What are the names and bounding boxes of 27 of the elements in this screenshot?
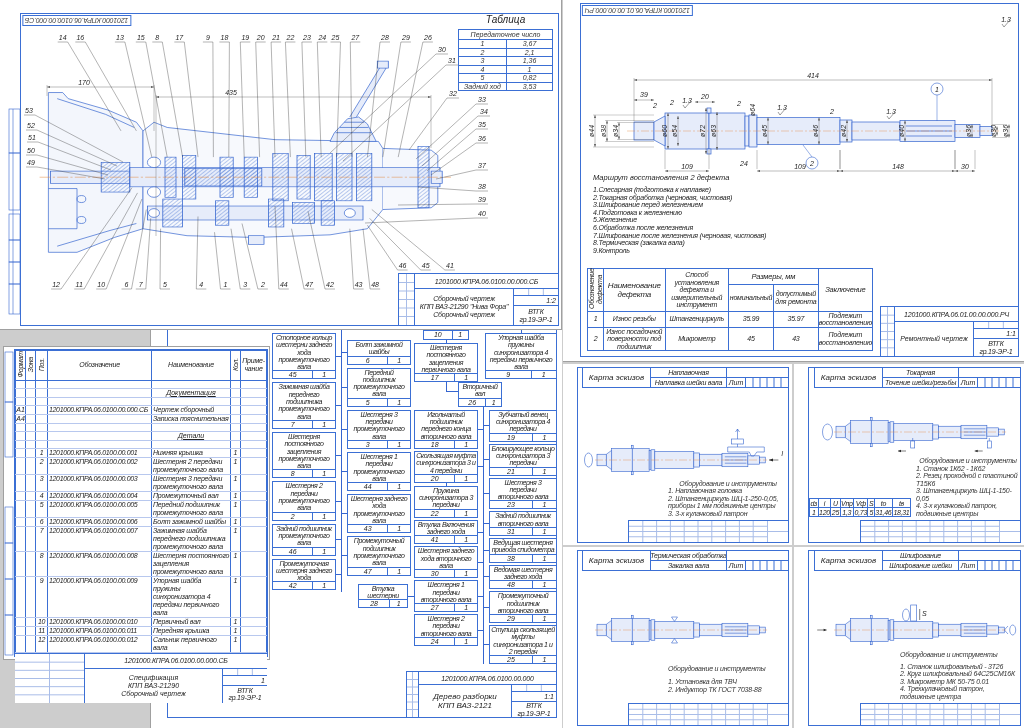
card-title: Карта эскизов — [814, 551, 882, 571]
leader-line — [291, 228, 315, 290]
leader-line — [936, 94, 938, 122]
drawing-title: КПП ВАЗ-2121 — [438, 701, 492, 710]
card-title: Карта эскизов — [582, 551, 650, 571]
roughness-sign-icon — [777, 107, 787, 116]
roughness-sign-icon — [682, 100, 692, 109]
stamp-grid — [881, 307, 894, 356]
leader-line — [349, 228, 364, 290]
drawing-title: Дерево разборки — [433, 692, 497, 701]
leader-line — [802, 144, 813, 158]
roughness-sign-icon — [1001, 19, 1011, 28]
card-title: Карта эскизов — [814, 368, 882, 388]
leader-line — [214, 232, 231, 290]
leader-line — [159, 228, 171, 290]
leader-line — [241, 223, 269, 290]
leader-line — [230, 228, 251, 290]
table-title: Таблица — [485, 15, 526, 25]
card-title: Карта эскизов — [582, 368, 650, 388]
leader-line — [417, 186, 489, 192]
stamp-grid — [399, 274, 414, 325]
callout-circle — [930, 82, 944, 96]
roughness-sign-icon — [886, 111, 896, 120]
column-header: Наименование дефекта — [603, 268, 666, 311]
stamp-grid — [15, 653, 84, 703]
callout-circle — [805, 156, 819, 170]
stamp-grid — [407, 672, 418, 717]
